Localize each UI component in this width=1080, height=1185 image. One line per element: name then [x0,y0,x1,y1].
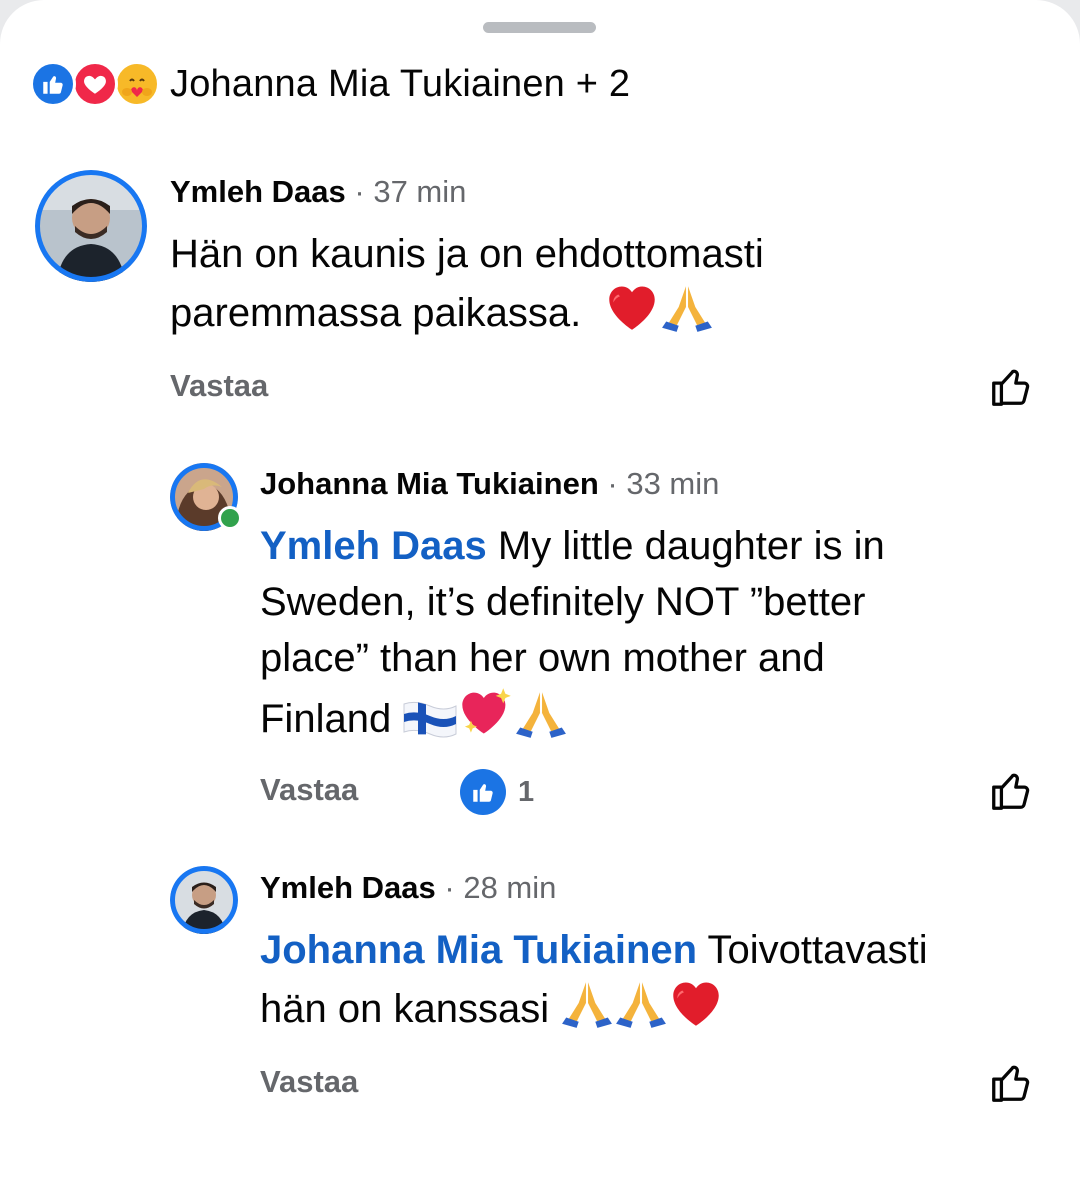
pray-emoji [614,978,668,1043]
mention-link[interactable]: Johanna Mia Tukiainen [260,928,697,972]
like-thumb-icon[interactable] [988,1060,1034,1106]
reaction-names[interactable]: Johanna Mia Tukiainen + 2 [170,63,630,106]
heart-emoji [668,978,724,1043]
pray-emoji [660,282,714,347]
avatar[interactable] [170,866,238,934]
comment-text: Johanna Mia Tukiainen Toivottavasti hän … [260,922,1050,1043]
online-status-dot [218,506,242,530]
avatar[interactable] [35,170,147,282]
pray-emoji [514,688,568,753]
comment-time: · 33 min [607,466,720,501]
comments-sheet: Johanna Mia Tukiainen + 2 Ymleh Daas · 3… [0,0,1080,1185]
comment-text: Hän on kaunis ja on ehdottomasti paremma… [170,226,1030,347]
care-icon [114,61,160,107]
drag-handle[interactable] [483,22,596,33]
love-icon [72,61,118,107]
comment-author[interactable]: Ymleh Daas · 28 min [260,870,556,906]
reply-button[interactable]: Vastaa [170,368,268,404]
reaction-summary[interactable]: Johanna Mia Tukiainen + 2 [30,60,630,108]
heart-emoji [604,282,660,347]
finland-flag-emoji [402,697,458,753]
reply-button[interactable]: Vastaa [260,772,358,808]
sparkling-heart-emoji [458,686,514,753]
like-thumb-icon[interactable] [988,768,1034,814]
comment-text: Ymleh Daas My little daughter is in Swed… [260,518,1050,753]
comment-author[interactable]: Johanna Mia Tukiainen · 33 min [260,466,719,502]
comment-time: · 37 min [354,174,467,209]
like-thumb-icon[interactable] [988,364,1034,410]
comment-author[interactable]: Ymleh Daas · 37 min [170,174,466,210]
like-icon [30,61,76,107]
mention-link[interactable]: Ymleh Daas [260,524,487,568]
comment-like-count[interactable]: 1 [460,769,534,815]
comment-time: · 28 min [444,870,557,905]
pray-emoji [560,978,614,1043]
reply-button[interactable]: Vastaa [260,1064,358,1100]
like-icon [460,769,506,815]
